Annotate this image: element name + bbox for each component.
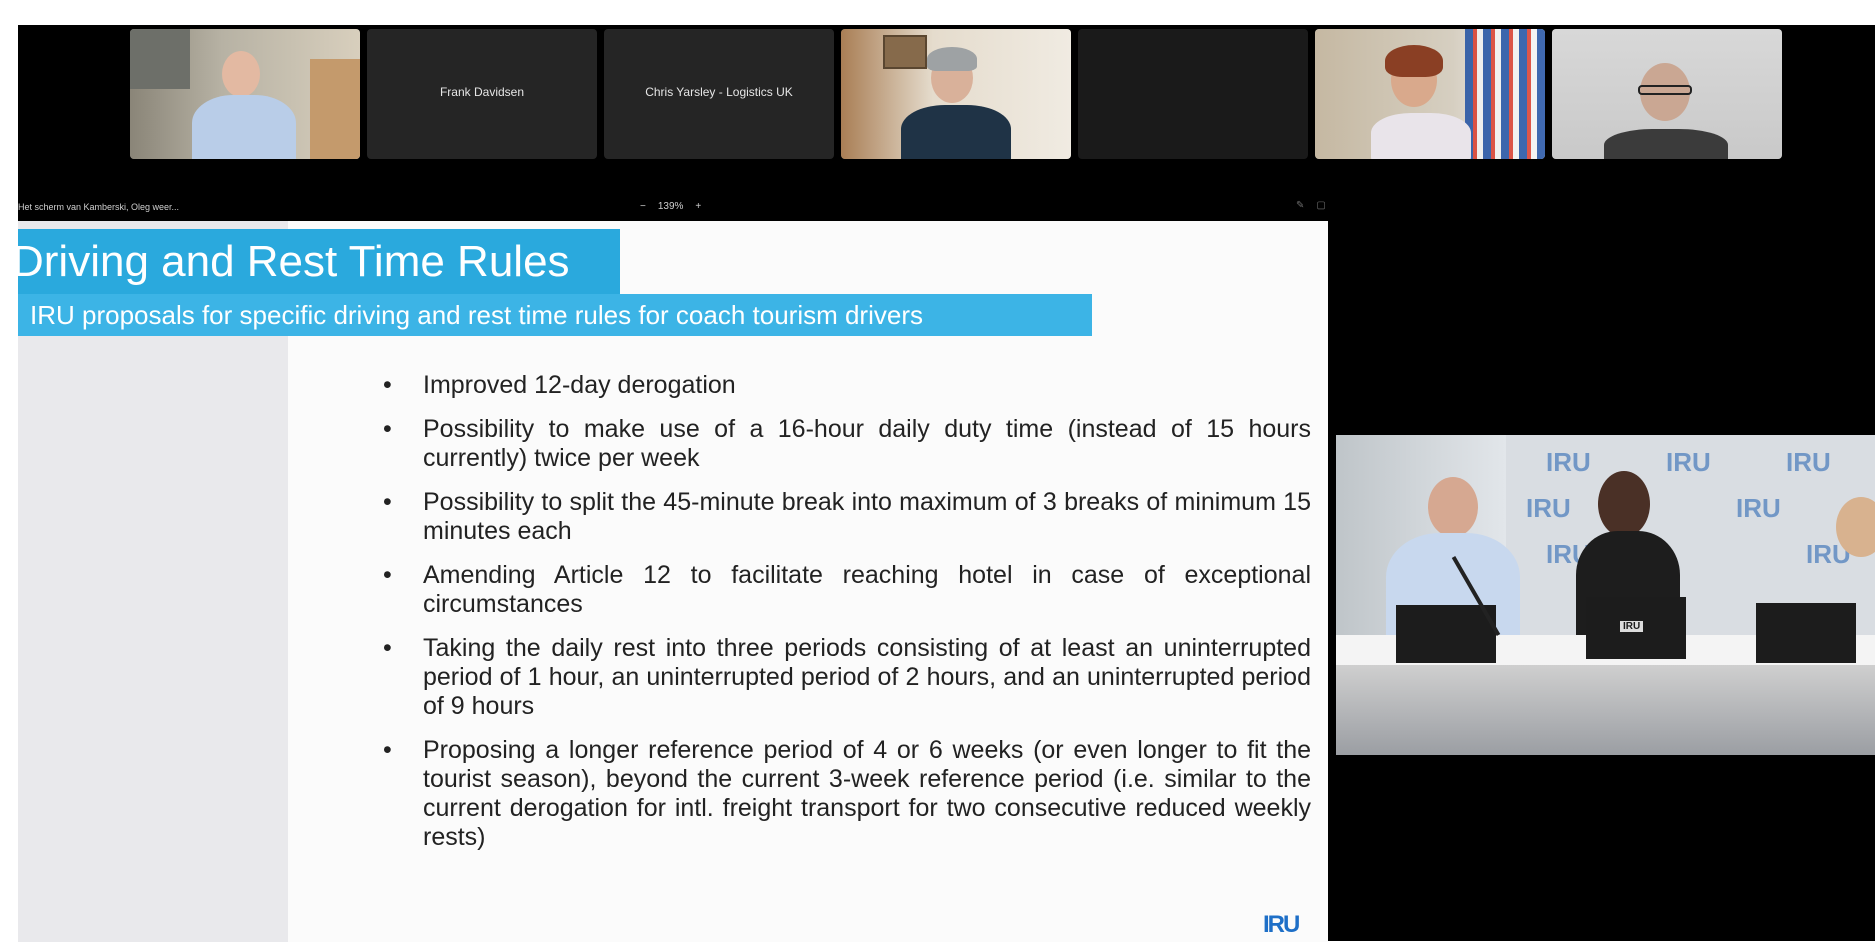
backdrop-logo: IRU <box>1736 493 1781 523</box>
shared-slide: Driving and Rest Time Rules IRU proposal… <box>18 221 1328 942</box>
bullet-item: • Taking the daily rest into three period… <box>371 634 1311 721</box>
bullet-item: • Improved 12-day derogation <box>371 371 1311 400</box>
slide-bullet-list: • Improved 12-day derogation • Possibility… <box>371 371 1311 867</box>
laptop-sticker: IRU <box>1620 621 1644 632</box>
bullet-item: • Proposing a longer reference period of … <box>371 736 1311 852</box>
zoom-level: 139% <box>657 201 684 212</box>
backdrop-logo: IRU <box>1546 447 1591 477</box>
participant-tile-5[interactable] <box>1078 29 1308 159</box>
bullet-text: Proposing a longer reference period of 4… <box>423 736 1311 851</box>
participant-tile-2[interactable]: Frank Davidsen <box>367 29 597 159</box>
bullet-marker: • <box>383 415 392 443</box>
bullet-item: • Possibility to make use of a 16-hour da… <box>371 415 1311 473</box>
bullet-marker: • <box>383 736 392 764</box>
backdrop-logo: IRU <box>1666 447 1711 477</box>
participant-tile-4[interactable] <box>841 29 1071 159</box>
participant-video <box>841 29 1071 159</box>
screen-share-toolbar: Het scherm van Kamberski, Oleg weer... −… <box>18 197 1328 219</box>
bullet-text: Taking the daily rest into three periods… <box>423 634 1311 720</box>
bullet-item: • Amending Article 12 to facilitate reach… <box>371 561 1311 619</box>
speaker-person <box>1428 477 1478 537</box>
participant-tile-7[interactable] <box>1552 29 1782 159</box>
bullet-marker: • <box>383 488 392 516</box>
bullet-text: Amending Article 12 to facilitate reachi… <box>423 561 1311 618</box>
slide-subtitle: IRU proposals for specific driving and r… <box>18 294 1092 336</box>
zoom-controls: − 139% + <box>640 201 701 212</box>
bullet-text: Improved 12-day derogation <box>423 371 736 399</box>
share-view-options: ✎ ▢ <box>1296 200 1326 211</box>
backdrop-logo: IRU <box>1786 447 1831 477</box>
slide-title: Driving and Rest Time Rules <box>18 237 570 286</box>
annotate-icon[interactable]: ✎ <box>1296 200 1304 211</box>
speaker-person <box>1598 471 1650 537</box>
laptop: IRU <box>1586 597 1686 659</box>
view-options-icon[interactable]: ▢ <box>1316 200 1325 211</box>
bullet-marker: • <box>383 371 392 399</box>
share-owner-label: Het scherm van Kamberski, Oleg weer... <box>18 202 180 212</box>
floor <box>1336 665 1875 755</box>
bullet-marker: • <box>383 634 392 662</box>
participant-video <box>1315 29 1545 159</box>
laptop <box>1396 605 1496 663</box>
laptop <box>1756 603 1856 663</box>
participant-name: Frank Davidsen <box>439 85 525 99</box>
meeting-window: Frank Davidsen Chris Yarsley - Logistics… <box>18 25 1875 942</box>
participant-tile-3[interactable]: Chris Yarsley - Logistics UK <box>604 29 834 159</box>
bullet-text: Possibility to split the 45-minute break… <box>423 488 1311 545</box>
participant-strip: Frank Davidsen Chris Yarsley - Logistics… <box>18 25 1875 165</box>
slide-title-box: Driving and Rest Time Rules <box>18 229 620 294</box>
participant-tile-6[interactable] <box>1315 29 1545 159</box>
bullet-text: Possibility to make use of a 16-hour dai… <box>423 415 1311 472</box>
zoom-in-button[interactable]: + <box>695 201 701 212</box>
iru-logo: IRU <box>1263 911 1300 938</box>
participant-name: Chris Yarsley - Logistics UK <box>645 85 793 99</box>
active-speaker-video[interactable]: IRU IRU IRU IRU IRU IRU IRU IRU <box>1336 435 1875 755</box>
backdrop-logo: IRU <box>1526 493 1571 523</box>
bullet-marker: • <box>383 561 392 589</box>
participant-video <box>130 29 360 159</box>
bullet-item: • Possibility to split the 45-minute brea… <box>371 488 1311 546</box>
participant-tile-1[interactable] <box>130 29 360 159</box>
zoom-out-button[interactable]: − <box>640 201 646 212</box>
participant-video <box>1552 29 1782 159</box>
